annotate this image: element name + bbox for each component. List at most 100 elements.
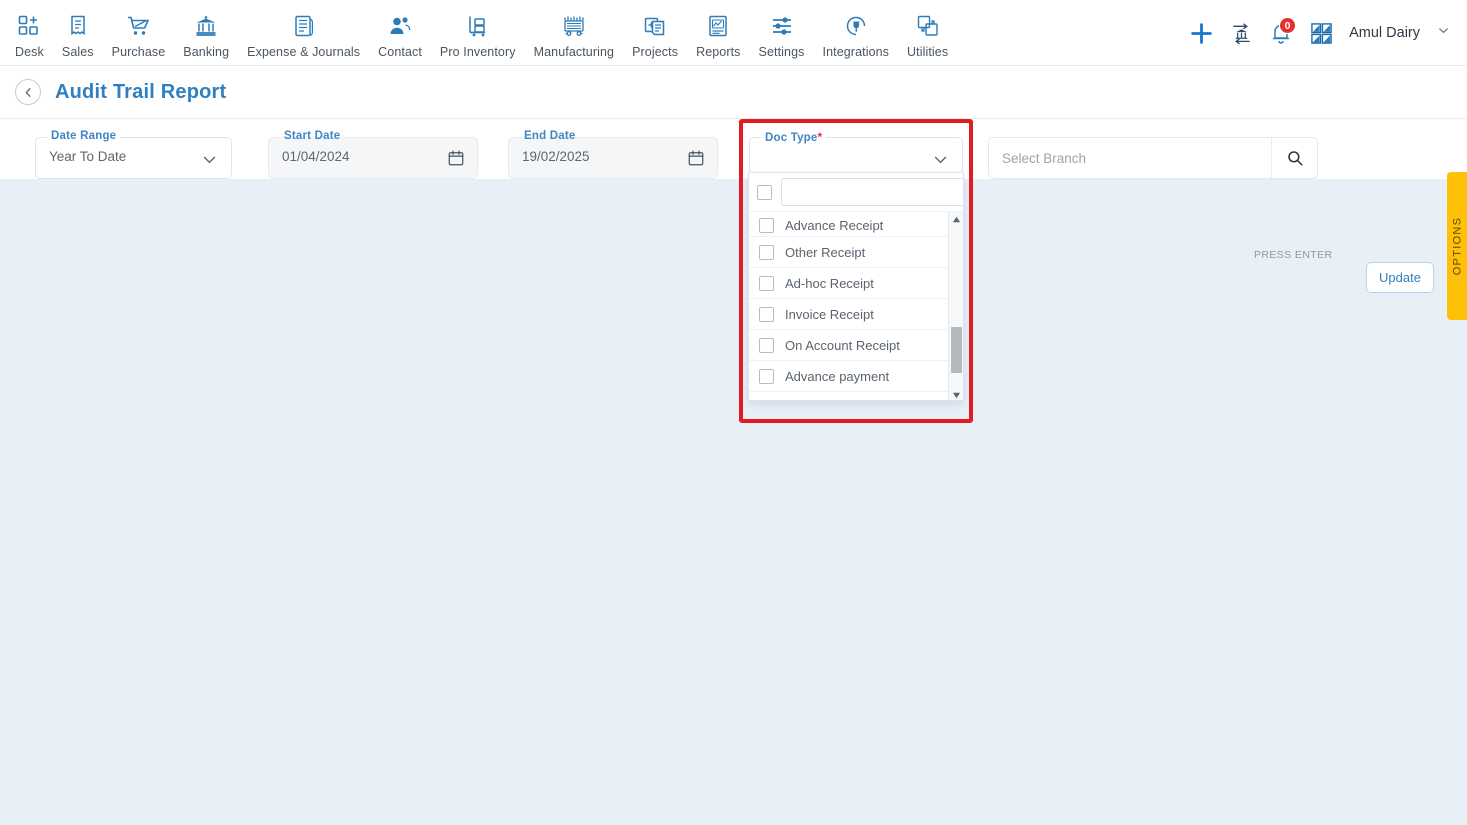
reports-chart-document-icon xyxy=(706,13,730,39)
nav-item-settings[interactable]: Settings xyxy=(750,7,814,59)
desk-grid-plus-icon xyxy=(17,13,41,39)
integrations-plug-icon xyxy=(844,13,868,39)
end-date-field[interactable]: End Date 19/02/2025 xyxy=(508,130,718,179)
option-checkbox[interactable] xyxy=(759,244,774,260)
utilities-transform-icon xyxy=(916,13,940,39)
branch-input[interactable] xyxy=(989,150,1271,166)
nav-item-projects[interactable]: Projects xyxy=(623,7,687,59)
date-range-select[interactable]: Date Range Year To Date xyxy=(35,130,232,179)
bank-transfer-icon xyxy=(1232,22,1250,44)
sales-receipt-icon xyxy=(66,13,90,39)
start-date-label: Start Date xyxy=(280,130,345,142)
nav-item-contact[interactable]: Contact xyxy=(369,7,431,59)
dropdown-option-other-receipt[interactable]: Other Receipt xyxy=(749,237,963,268)
option-label: Other Receipt xyxy=(785,244,866,260)
nav-item-banking[interactable]: Banking xyxy=(174,7,238,59)
notification-badge: 0 xyxy=(1279,17,1297,34)
doc-type-label-text: Doc Type xyxy=(765,132,818,144)
filter-bar: Date Range Year To Date Start Date 01/04… xyxy=(0,119,1467,293)
nav-item-label: Utilities xyxy=(907,44,949,59)
scrollbar-thumb[interactable] xyxy=(951,327,962,373)
search-icon xyxy=(1287,151,1303,166)
option-checkbox[interactable] xyxy=(759,218,774,233)
doc-type-chevron-down-icon[interactable] xyxy=(931,151,950,173)
option-checkbox[interactable] xyxy=(759,337,774,353)
nav-item-purchase[interactable]: Purchase xyxy=(103,7,175,59)
nav-item-reports[interactable]: Reports xyxy=(687,7,749,59)
company-menu-chevron-down-icon[interactable] xyxy=(1436,23,1451,43)
company-name[interactable]: Amul Dairy xyxy=(1349,25,1420,41)
nav-item-label: Sales xyxy=(61,44,94,59)
start-date-calendar-icon[interactable] xyxy=(447,149,465,172)
update-button[interactable]: Update xyxy=(1366,262,1434,293)
dropdown-option-advance-payment[interactable]: Advance payment xyxy=(749,361,963,392)
add-new-button[interactable] xyxy=(1181,11,1221,55)
nav-item-label: Expense & Journals xyxy=(247,44,361,59)
date-range-value: Year To Date xyxy=(49,149,127,164)
end-date-value: 19/02/2025 xyxy=(522,149,590,164)
option-label: Invoice Receipt xyxy=(785,306,874,322)
option-checkbox[interactable] xyxy=(759,306,774,322)
nav-item-label: Integrations xyxy=(822,44,890,59)
scroll-down-arrow-icon[interactable] xyxy=(949,388,963,400)
dropdown-options-list[interactable]: Advance Receipt Other Receipt Ad-hoc Rec… xyxy=(749,211,963,400)
doc-type-label: Doc Type* xyxy=(761,130,827,144)
top-navigation-bar: Desk Sales Purchase Banking Expense & Jo… xyxy=(0,0,1467,66)
nav-item-pro-inventory[interactable]: Pro Inventory xyxy=(431,7,525,59)
back-button[interactable] xyxy=(15,79,41,105)
nav-item-integrations[interactable]: Integrations xyxy=(814,7,899,59)
page-title: Audit Trail Report xyxy=(55,80,227,103)
notifications-button[interactable]: 0 xyxy=(1261,11,1301,55)
doc-type-dropdown-panel[interactable]: Advance Receipt Other Receipt Ad-hoc Rec… xyxy=(748,172,964,401)
chevron-left-icon xyxy=(25,87,31,97)
dropdown-option-on-account-receipt[interactable]: On Account Receipt xyxy=(749,330,963,361)
purchase-cart-icon xyxy=(126,13,151,39)
end-date-calendar-icon[interactable] xyxy=(687,149,705,172)
nav-item-label: Projects xyxy=(632,44,679,59)
apps-grid-icon xyxy=(1310,22,1332,44)
date-range-chevron-down-icon[interactable] xyxy=(200,151,219,173)
nav-items-group: Desk Sales Purchase Banking Expense & Jo… xyxy=(0,7,957,59)
expense-journal-book-icon xyxy=(292,13,316,39)
nav-item-utilities[interactable]: Utilities xyxy=(898,7,957,59)
dropdown-option-advance-receipt[interactable]: Advance Receipt xyxy=(749,212,963,237)
options-side-tab[interactable]: OPTIONS xyxy=(1447,172,1467,320)
option-label: Advance Receipt xyxy=(785,218,884,233)
branch-search-button[interactable] xyxy=(1271,138,1317,178)
option-checkbox[interactable] xyxy=(759,368,774,384)
dropdown-option-partial[interactable] xyxy=(749,392,963,400)
branch-search-field[interactable] xyxy=(988,137,1318,179)
nav-item-label: Purchase xyxy=(111,44,166,59)
plus-icon xyxy=(1190,22,1212,44)
end-date-label: End Date xyxy=(520,130,580,142)
projects-clipboard-icon xyxy=(643,13,667,39)
option-checkbox[interactable] xyxy=(759,275,774,291)
press-enter-hint: PRESS ENTER xyxy=(1254,249,1333,261)
nav-item-manufacturing[interactable]: Manufacturing xyxy=(525,7,624,59)
nav-item-sales[interactable]: Sales xyxy=(53,7,103,59)
dropdown-option-ad-hoc-receipt[interactable]: Ad-hoc Receipt xyxy=(749,268,963,299)
nav-item-label: Pro Inventory xyxy=(439,44,516,59)
option-label: On Account Receipt xyxy=(785,337,900,353)
dropdown-scrollbar[interactable] xyxy=(948,212,963,400)
dropdown-search-row xyxy=(749,173,963,211)
contact-people-icon xyxy=(388,13,412,39)
start-date-field[interactable]: Start Date 01/04/2024 xyxy=(268,130,478,179)
dropdown-option-invoice-receipt[interactable]: Invoice Receipt xyxy=(749,299,963,330)
start-date-value: 01/04/2024 xyxy=(282,149,350,164)
dropdown-search-input[interactable] xyxy=(782,184,963,200)
select-all-checkbox[interactable] xyxy=(757,184,772,200)
options-side-tab-label: OPTIONS xyxy=(1451,216,1464,276)
bank-transfer-button[interactable] xyxy=(1221,11,1261,55)
top-right-actions: 0 Amul Dairy xyxy=(1181,0,1453,66)
settings-sliders-icon xyxy=(770,13,794,39)
option-checkbox[interactable] xyxy=(759,399,774,400)
nav-item-label: Reports xyxy=(696,44,741,59)
nav-item-label: Contact xyxy=(378,44,422,59)
nav-item-expense-journals[interactable]: Expense & Journals xyxy=(238,7,369,59)
nav-item-desk[interactable]: Desk xyxy=(6,7,53,59)
dropdown-search-box[interactable] xyxy=(781,178,963,206)
scroll-up-arrow-icon[interactable] xyxy=(949,212,963,227)
apps-grid-button[interactable] xyxy=(1301,11,1341,55)
date-range-label: Date Range xyxy=(47,130,121,142)
